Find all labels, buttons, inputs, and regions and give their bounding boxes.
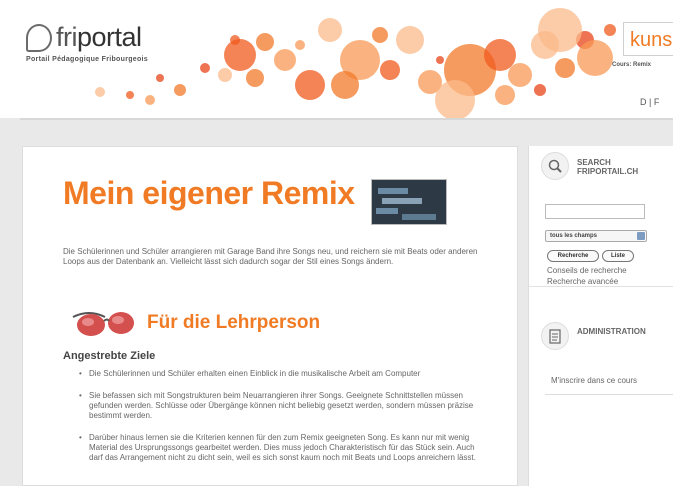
header-search-label: Cours: Remix xyxy=(612,62,652,68)
bubble xyxy=(604,24,616,36)
bubble xyxy=(246,69,264,87)
bubble xyxy=(534,84,546,96)
sidebar-rule xyxy=(545,394,673,395)
main-content: Mein eigener Remix Die Schülerinnen und … xyxy=(22,146,518,486)
bubble xyxy=(495,85,515,105)
bubble xyxy=(174,84,186,96)
chevron-down-icon xyxy=(637,232,645,240)
list-button[interactable]: Liste xyxy=(602,250,634,262)
teacher-section-header: Für die Lehrperson xyxy=(69,307,320,339)
language-switch[interactable]: D | F xyxy=(640,97,659,107)
bubble xyxy=(295,40,305,50)
bubble xyxy=(436,56,444,64)
admin-section-title: ADMINISTRATION xyxy=(577,327,646,336)
search-tips-link[interactable]: Conseils de recherche xyxy=(547,266,627,275)
list-item: Die Schülerinnen und Schüler erhalten ei… xyxy=(79,369,479,379)
bubble xyxy=(577,40,613,76)
bubble xyxy=(396,26,424,54)
advanced-search-link[interactable]: Recherche avancée xyxy=(547,277,618,286)
intro-text: Die Schülerinnen und Schüler arrangieren… xyxy=(63,247,478,266)
search-section-title: SEARCH FRIPORTAIL.CH xyxy=(577,158,639,176)
bubble xyxy=(145,95,155,105)
friportal-logo[interactable]: friportal xyxy=(26,22,142,53)
bubble xyxy=(218,68,232,82)
bubble xyxy=(95,87,105,97)
bubble xyxy=(318,18,342,42)
logo-mark-icon xyxy=(26,23,52,52)
bubble xyxy=(538,8,582,52)
goals-heading: Angestrebte Ziele xyxy=(63,350,156,362)
bubble xyxy=(372,27,388,43)
bubble xyxy=(380,60,400,80)
bubble xyxy=(331,71,359,99)
bubble xyxy=(126,91,134,99)
bubble xyxy=(508,63,532,87)
bubble xyxy=(555,58,575,78)
page-title: Mein eigener Remix xyxy=(63,175,355,211)
bubble xyxy=(484,39,516,71)
goals-list: Die Schülerinnen und Schüler erhalten ei… xyxy=(79,369,479,475)
garageband-thumbnail xyxy=(371,179,447,225)
clipboard-icon xyxy=(541,322,569,350)
enrol-link[interactable]: M'inscrire dans ce cours xyxy=(551,376,637,385)
bubble xyxy=(256,33,274,51)
search-field-select[interactable]: tous les champs xyxy=(545,230,647,242)
bubble xyxy=(230,35,240,45)
bubble xyxy=(156,74,164,82)
bubble xyxy=(295,70,325,100)
site-tagline: Portail Pédagogique Fribourgeois xyxy=(26,56,148,63)
bubble xyxy=(224,39,256,71)
header-divider xyxy=(20,118,673,120)
logo-text: friportal xyxy=(56,22,142,52)
teacher-heading: Für die Lehrperson xyxy=(147,312,321,333)
sidebar: SEARCH FRIPORTAIL.CH tous les champs Rec… xyxy=(528,146,673,486)
bubble xyxy=(200,63,210,73)
sidebar-divider xyxy=(529,286,673,287)
site-header: friportal Portail Pédagogique Fribourgeo… xyxy=(0,0,673,118)
sidebar-search-input[interactable] xyxy=(545,204,645,219)
sunglasses-icon xyxy=(72,312,134,336)
bubble xyxy=(274,49,296,71)
header-search-field[interactable]: kuns xyxy=(623,22,673,56)
list-item: Sie befassen sich mit Songstrukturen bei… xyxy=(79,391,479,421)
search-button[interactable]: Recherche xyxy=(547,250,599,262)
list-item: Darüber hinaus lernen sie die Kriterien … xyxy=(79,433,479,463)
search-icon xyxy=(541,152,569,180)
